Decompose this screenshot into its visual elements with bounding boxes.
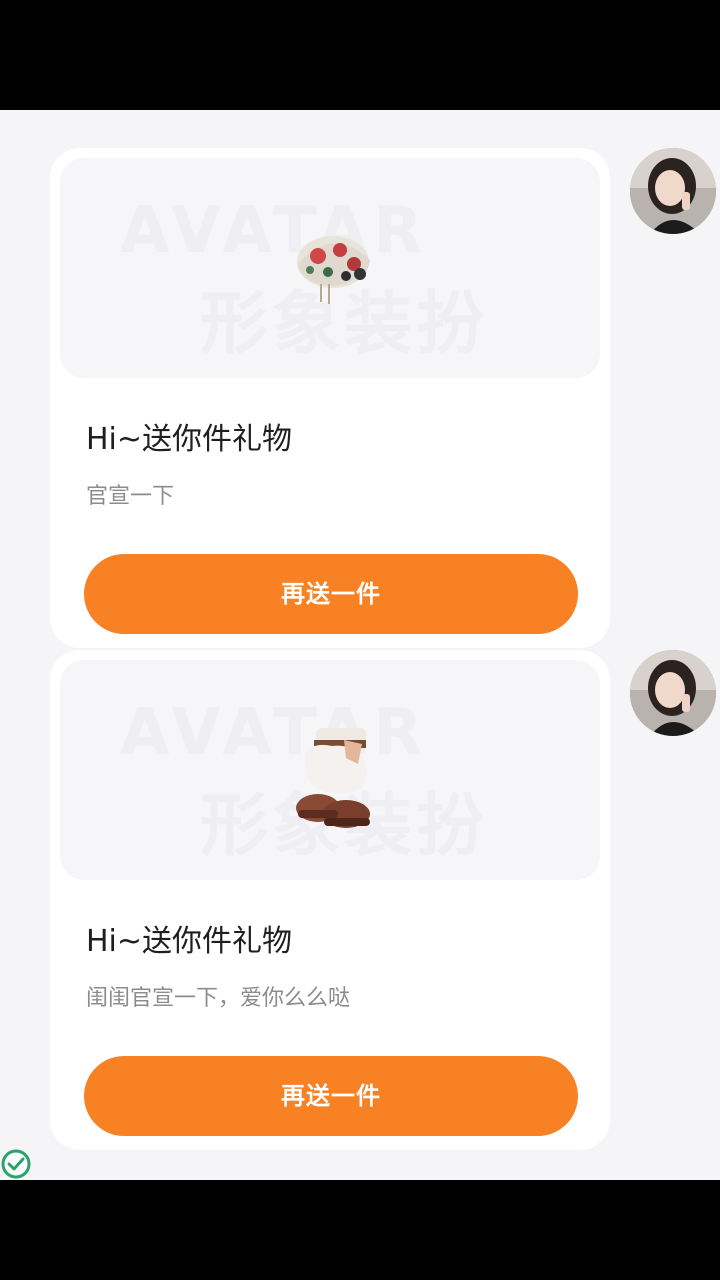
avatar[interactable] [630, 148, 716, 234]
avatar[interactable] [630, 650, 716, 736]
avatar-photo [630, 650, 716, 736]
send-again-button[interactable]: 再送一件 [84, 1056, 578, 1136]
check-circle-icon [1, 1149, 31, 1179]
avatar-photo [630, 148, 716, 234]
boots-icon [296, 728, 370, 828]
gift-card[interactable]: AVATAR 形象装扮 Hi~送你件礼物 闺闺官宣一下，爱你么么哒 再送一件 [50, 650, 610, 1150]
gift-subtitle: 闺闺官宣一下，爱你么么哒 [86, 986, 351, 1011]
gift-image-area: AVATAR 形象装扮 [60, 660, 600, 880]
hat-icon [297, 236, 370, 304]
send-again-button[interactable]: 再送一件 [84, 554, 578, 634]
gift-title: Hi~送你件礼物 [86, 924, 293, 959]
watermark-en: AVATAR [120, 194, 429, 268]
chat-screen: AVATAR 形象装扮 Hi~送你件礼物 官宣一下 再送一件 AVATAR Hi… [0, 110, 720, 1180]
gift-title: Hi~送你件礼物 [86, 422, 293, 457]
gift-image-area: AVATAR 形象装扮 [60, 158, 600, 378]
gift-card[interactable]: AVATAR 形象装扮 Hi~送你件礼物 官宣一下 再送一件 [50, 148, 610, 648]
gift-subtitle: 官宣一下 [86, 484, 175, 509]
